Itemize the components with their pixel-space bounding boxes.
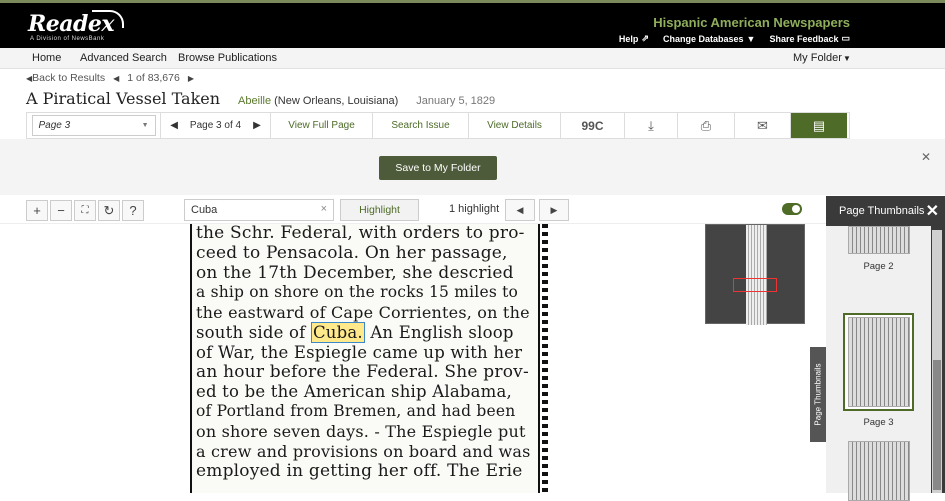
thumbnail-panel-title: Page Thumbnails [839, 205, 925, 217]
help-link[interactable]: Help ⇗ [619, 33, 649, 44]
comment-icon: ▭ [841, 33, 850, 43]
prev-page-icon[interactable]: ◀ [170, 120, 178, 131]
thumbnail-panel: Page Thumbnails ✕ Page 2 Page 3 [826, 196, 945, 501]
publication-location: (New Orleans, Louisiana) [274, 95, 399, 107]
nav-home[interactable]: Home [32, 52, 61, 64]
tab-label: Page Thumbnails [813, 363, 823, 426]
next-page-icon[interactable]: ▶ [253, 120, 261, 131]
search-value: Cuba [191, 204, 218, 216]
document-toolbar: Page 3 ▼ ◀ Page 3 of 4 ▶ View Full Page S… [26, 112, 850, 139]
page-nav: ◀ Page 3 of 4 ▶ [161, 113, 271, 138]
clear-icon[interactable]: × [321, 203, 327, 215]
publication-name: Abeille [238, 95, 272, 107]
scrollbar-thumb[interactable] [933, 360, 941, 490]
navigator-minimap[interactable] [705, 224, 805, 325]
issue-date[interactable]: January 5, 1829 [416, 95, 495, 107]
thumbnail-page-3[interactable] [848, 317, 910, 407]
share-feedback-label: Share Feedback [769, 33, 839, 44]
thumbnail-label: Page 3 [863, 417, 894, 428]
fit-screen-icon[interactable]: ⛶ [74, 200, 96, 221]
nav-browse-publications[interactable]: Browse Publications [178, 52, 277, 64]
news-line: a crew and provisions on board and was [196, 441, 531, 461]
close-icon[interactable]: ✕ [921, 150, 931, 164]
main-nav: Home Advanced Search Browse Publications… [0, 48, 945, 69]
news-line: on the 17th December, she descried [196, 262, 514, 283]
news-line: of Portland from Bremen, and had been [196, 402, 516, 421]
view-full-page-button[interactable]: View Full Page [271, 113, 373, 138]
nav-my-folder[interactable]: My Folder [793, 52, 842, 64]
highlight-toggle[interactable] [782, 203, 802, 215]
prev-highlight-icon[interactable]: ◀ [505, 199, 535, 221]
result-position: 1 of 83,676 [127, 72, 180, 84]
save-to-folder-button[interactable]: Save to My Folder [379, 156, 497, 180]
minimap-page [746, 225, 767, 325]
highlight-count: 1 highlight [449, 203, 500, 215]
page-select[interactable]: Page 3 ▼ [31, 115, 156, 136]
news-line: a ship on shore on the rocks 15 miles to [196, 283, 519, 302]
news-line: ed to be the American ship Alabama, [196, 382, 512, 402]
news-line: the Schr. Federal, with orders to pro- [196, 224, 525, 243]
external-link-icon: ⇗ [641, 33, 649, 43]
prev-result-icon[interactable]: ◀ [113, 74, 119, 83]
newspaper-image[interactable]: the Schr. Federal, with orders to pro- c… [190, 224, 540, 493]
text-search-input[interactable]: Cuba × [184, 199, 334, 221]
nav-advanced-search[interactable]: Advanced Search [80, 52, 167, 64]
logo-subtitle: A Division of NewsBank [30, 36, 105, 42]
thumbnail-label: Page 2 [863, 261, 894, 272]
cite-icon[interactable]: 99C [561, 113, 625, 138]
page-thumbnails-tab[interactable]: Page Thumbnails [810, 347, 826, 442]
page-select-value: Page 3 [38, 120, 71, 131]
breadcrumb: ◀Back to Results ◀ 1 of 83,676 ▶ [26, 72, 194, 84]
news-line: on shore seven days. - The Espiegle put [196, 421, 526, 441]
article-header: A Piratical Vessel Taken Abeille (New Or… [26, 89, 495, 108]
zoom-out-icon[interactable]: − [50, 200, 72, 221]
thumbnail-page-2[interactable] [848, 226, 910, 254]
change-databases-link[interactable]: Change Databases ▼ [663, 33, 755, 44]
next-highlight-icon[interactable]: ▶ [539, 199, 569, 221]
news-line: the eastward of Cape Corrientes, on the [196, 303, 530, 323]
top-links: Help ⇗ Change Databases ▼ Share Feedback ▭ [619, 33, 850, 44]
next-result-icon[interactable]: ▶ [188, 74, 194, 83]
product-name: Hispanic American Newspapers [653, 15, 850, 30]
back-to-results-link[interactable]: ◀Back to Results [26, 72, 105, 84]
caret-down-icon: ▼ [843, 54, 851, 63]
email-icon[interactable]: ✉ [735, 113, 791, 138]
share-feedback-link[interactable]: Share Feedback ▭ [769, 33, 850, 44]
news-text: An English sloop [370, 322, 514, 342]
page-of-label: Page 3 of 4 [189, 120, 242, 131]
article-title: A Piratical Vessel Taken [26, 89, 221, 108]
news-line: of War, the Espiegle came up with her [196, 342, 523, 362]
zoom-in-icon[interactable]: + [26, 200, 48, 221]
column-edge [542, 224, 548, 493]
logo-swoosh-icon [92, 10, 124, 28]
close-panel-icon[interactable]: ✕ [926, 201, 939, 221]
back-label: Back to Results [32, 72, 106, 84]
download-icon[interactable]: ⤓ [625, 113, 678, 138]
rotate-icon[interactable]: ↻ [98, 200, 120, 221]
change-databases-label: Change Databases [662, 33, 744, 44]
caret-down-icon: ▼ [141, 122, 149, 129]
news-line: ceed to Pensacola. On her passage, [196, 242, 508, 263]
news-line: an hour before the Federal. She prov- [196, 361, 529, 382]
thumbnail-list: Page 2 Page 3 [826, 226, 931, 501]
highlight-button[interactable]: Highlight [340, 199, 419, 221]
help-icon[interactable]: ? [122, 200, 144, 221]
thumbnail-page-4[interactable] [848, 441, 910, 501]
top-header: Readex A Division of NewsBank Hispanic A… [0, 0, 945, 48]
caret-down-icon: ▼ [746, 33, 756, 44]
help-label: Help [618, 33, 639, 44]
news-text: south side of [196, 322, 306, 342]
publication-link[interactable]: Abeille (New Orleans, Louisiana) [238, 95, 398, 107]
minimap-viewport[interactable] [733, 278, 777, 292]
folder-icon[interactable]: ▤ [791, 113, 847, 138]
thumbnail-scrollbar[interactable] [932, 230, 942, 493]
thumbnail-panel-header: Page Thumbnails ✕ [826, 196, 945, 226]
print-icon[interactable]: ⎙ [678, 113, 735, 138]
news-line: employed in getting her off. The Erie [196, 460, 523, 481]
search-issue-button[interactable]: Search Issue [373, 113, 469, 138]
view-details-button[interactable]: View Details [469, 113, 561, 138]
search-highlight[interactable]: Cuba. [310, 321, 365, 343]
news-line: south side of Cuba. An English sloop [196, 321, 534, 343]
page-select-cell: Page 3 ▼ [27, 113, 161, 138]
